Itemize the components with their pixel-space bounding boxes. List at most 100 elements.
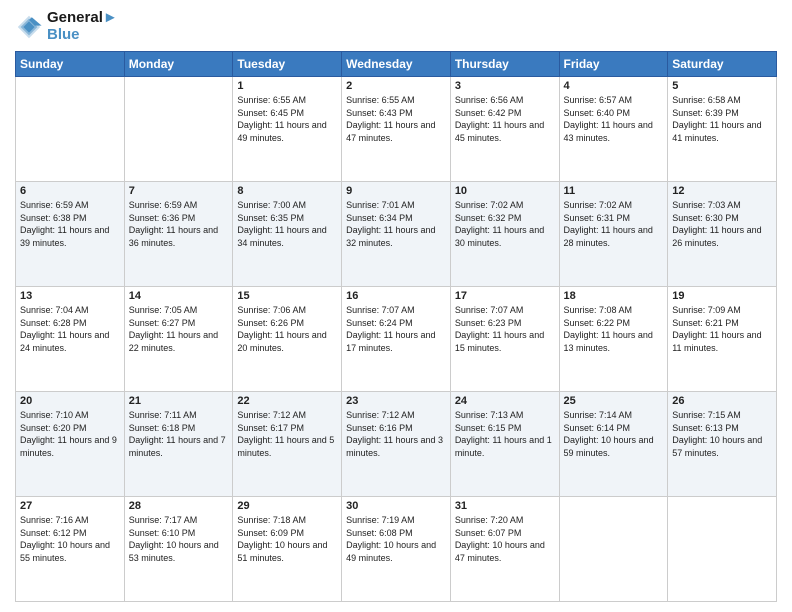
day-number: 1 <box>237 80 337 92</box>
day-number: 7 <box>129 185 229 197</box>
day-cell <box>668 497 777 602</box>
day-cell: 1 Sunrise: 6:55 AM Sunset: 6:45 PM Daylig… <box>233 77 342 182</box>
day-info: Sunrise: 6:56 AM Sunset: 6:42 PM Dayligh… <box>455 94 555 144</box>
weekday-header-sunday: Sunday <box>16 52 125 77</box>
day-number: 3 <box>455 80 555 92</box>
day-cell: 17 Sunrise: 7:07 AM Sunset: 6:23 PM Dayli… <box>450 287 559 392</box>
week-row-4: 20 Sunrise: 7:10 AM Sunset: 6:20 PM Dayli… <box>16 392 777 497</box>
day-info: Sunrise: 7:02 AM Sunset: 6:32 PM Dayligh… <box>455 199 555 249</box>
day-number: 11 <box>564 185 664 197</box>
logo: General► Blue <box>15 10 118 43</box>
day-number: 25 <box>564 395 664 407</box>
day-cell: 23 Sunrise: 7:12 AM Sunset: 6:16 PM Dayli… <box>342 392 451 497</box>
weekday-header-wednesday: Wednesday <box>342 52 451 77</box>
day-info: Sunrise: 6:55 AM Sunset: 6:43 PM Dayligh… <box>346 94 446 144</box>
day-number: 14 <box>129 290 229 302</box>
day-cell: 21 Sunrise: 7:11 AM Sunset: 6:18 PM Dayli… <box>124 392 233 497</box>
day-info: Sunrise: 6:57 AM Sunset: 6:40 PM Dayligh… <box>564 94 664 144</box>
week-row-1: 1 Sunrise: 6:55 AM Sunset: 6:45 PM Daylig… <box>16 77 777 182</box>
day-cell <box>16 77 125 182</box>
day-info: Sunrise: 7:14 AM Sunset: 6:14 PM Dayligh… <box>564 409 664 459</box>
week-row-2: 6Sunrise: 6:59 AM Sunset: 6:38 PM Daylig… <box>16 182 777 287</box>
day-cell: 19Sunrise: 7:09 AM Sunset: 6:21 PM Dayli… <box>668 287 777 392</box>
day-info: Sunrise: 7:07 AM Sunset: 6:23 PM Dayligh… <box>455 304 555 354</box>
weekday-header-monday: Monday <box>124 52 233 77</box>
day-info: Sunrise: 7:05 AM Sunset: 6:27 PM Dayligh… <box>129 304 229 354</box>
day-number: 2 <box>346 80 446 92</box>
logo-icon <box>15 13 43 41</box>
day-number: 26 <box>672 395 772 407</box>
weekday-header-row: SundayMondayTuesdayWednesdayThursdayFrid… <box>16 52 777 77</box>
day-cell: 27 Sunrise: 7:16 AM Sunset: 6:12 PM Dayli… <box>16 497 125 602</box>
week-row-3: 13Sunrise: 7:04 AM Sunset: 6:28 PM Dayli… <box>16 287 777 392</box>
day-info: Sunrise: 7:13 AM Sunset: 6:15 PM Dayligh… <box>455 409 555 459</box>
day-number: 15 <box>237 290 337 302</box>
day-cell: 18 Sunrise: 7:08 AM Sunset: 6:22 PM Dayli… <box>559 287 668 392</box>
logo-text: General► Blue <box>47 10 118 43</box>
day-cell: 13Sunrise: 7:04 AM Sunset: 6:28 PM Dayli… <box>16 287 125 392</box>
day-info: Sunrise: 7:11 AM Sunset: 6:18 PM Dayligh… <box>129 409 229 459</box>
calendar-table: SundayMondayTuesdayWednesdayThursdayFrid… <box>15 51 777 602</box>
day-info: Sunrise: 7:03 AM Sunset: 6:30 PM Dayligh… <box>672 199 772 249</box>
day-number: 4 <box>564 80 664 92</box>
day-cell: 4 Sunrise: 6:57 AM Sunset: 6:40 PM Daylig… <box>559 77 668 182</box>
day-info: Sunrise: 7:12 AM Sunset: 6:16 PM Dayligh… <box>346 409 446 459</box>
day-cell: 30Sunrise: 7:19 AM Sunset: 6:08 PM Dayli… <box>342 497 451 602</box>
day-cell: 11Sunrise: 7:02 AM Sunset: 6:31 PM Dayli… <box>559 182 668 287</box>
day-number: 16 <box>346 290 446 302</box>
day-info: Sunrise: 7:00 AM Sunset: 6:35 PM Dayligh… <box>237 199 337 249</box>
day-number: 5 <box>672 80 772 92</box>
day-info: Sunrise: 6:58 AM Sunset: 6:39 PM Dayligh… <box>672 94 772 144</box>
day-number: 30 <box>346 500 446 512</box>
day-cell: 28Sunrise: 7:17 AM Sunset: 6:10 PM Dayli… <box>124 497 233 602</box>
day-number: 27 <box>20 500 120 512</box>
day-cell: 25 Sunrise: 7:14 AM Sunset: 6:14 PM Dayli… <box>559 392 668 497</box>
day-cell: 2 Sunrise: 6:55 AM Sunset: 6:43 PM Daylig… <box>342 77 451 182</box>
day-cell: 12 Sunrise: 7:03 AM Sunset: 6:30 PM Dayli… <box>668 182 777 287</box>
day-info: Sunrise: 6:59 AM Sunset: 6:38 PM Dayligh… <box>20 199 120 249</box>
day-cell: 24Sunrise: 7:13 AM Sunset: 6:15 PM Dayli… <box>450 392 559 497</box>
day-info: Sunrise: 7:09 AM Sunset: 6:21 PM Dayligh… <box>672 304 772 354</box>
day-info: Sunrise: 7:12 AM Sunset: 6:17 PM Dayligh… <box>237 409 337 459</box>
page: General► Blue SundayMondayTuesdayWednesd… <box>0 0 792 612</box>
day-cell <box>559 497 668 602</box>
day-number: 8 <box>237 185 337 197</box>
day-number: 23 <box>346 395 446 407</box>
day-info: Sunrise: 7:08 AM Sunset: 6:22 PM Dayligh… <box>564 304 664 354</box>
day-number: 18 <box>564 290 664 302</box>
day-info: Sunrise: 7:17 AM Sunset: 6:10 PM Dayligh… <box>129 514 229 564</box>
day-number: 17 <box>455 290 555 302</box>
day-cell: 22Sunrise: 7:12 AM Sunset: 6:17 PM Dayli… <box>233 392 342 497</box>
day-cell: 16Sunrise: 7:07 AM Sunset: 6:24 PM Dayli… <box>342 287 451 392</box>
day-cell <box>124 77 233 182</box>
day-cell: 5 Sunrise: 6:58 AM Sunset: 6:39 PM Daylig… <box>668 77 777 182</box>
day-info: Sunrise: 6:55 AM Sunset: 6:45 PM Dayligh… <box>237 94 337 144</box>
weekday-header-saturday: Saturday <box>668 52 777 77</box>
day-cell: 15 Sunrise: 7:06 AM Sunset: 6:26 PM Dayli… <box>233 287 342 392</box>
weekday-header-tuesday: Tuesday <box>233 52 342 77</box>
day-info: Sunrise: 7:16 AM Sunset: 6:12 PM Dayligh… <box>20 514 120 564</box>
day-number: 29 <box>237 500 337 512</box>
day-info: Sunrise: 7:01 AM Sunset: 6:34 PM Dayligh… <box>346 199 446 249</box>
day-info: Sunrise: 7:10 AM Sunset: 6:20 PM Dayligh… <box>20 409 120 459</box>
day-cell: 29 Sunrise: 7:18 AM Sunset: 6:09 PM Dayli… <box>233 497 342 602</box>
day-number: 13 <box>20 290 120 302</box>
day-cell: 7Sunrise: 6:59 AM Sunset: 6:36 PM Daylig… <box>124 182 233 287</box>
day-cell: 10Sunrise: 7:02 AM Sunset: 6:32 PM Dayli… <box>450 182 559 287</box>
day-number: 20 <box>20 395 120 407</box>
day-info: Sunrise: 7:20 AM Sunset: 6:07 PM Dayligh… <box>455 514 555 564</box>
day-cell: 3 Sunrise: 6:56 AM Sunset: 6:42 PM Daylig… <box>450 77 559 182</box>
day-cell: 20 Sunrise: 7:10 AM Sunset: 6:20 PM Dayli… <box>16 392 125 497</box>
week-row-5: 27 Sunrise: 7:16 AM Sunset: 6:12 PM Dayli… <box>16 497 777 602</box>
header: General► Blue <box>15 10 777 43</box>
weekday-header-friday: Friday <box>559 52 668 77</box>
day-cell: 6Sunrise: 6:59 AM Sunset: 6:38 PM Daylig… <box>16 182 125 287</box>
day-cell: 8 Sunrise: 7:00 AM Sunset: 6:35 PM Daylig… <box>233 182 342 287</box>
day-info: Sunrise: 7:06 AM Sunset: 6:26 PM Dayligh… <box>237 304 337 354</box>
day-number: 21 <box>129 395 229 407</box>
day-number: 12 <box>672 185 772 197</box>
day-info: Sunrise: 7:18 AM Sunset: 6:09 PM Dayligh… <box>237 514 337 564</box>
day-number: 31 <box>455 500 555 512</box>
day-cell: 9Sunrise: 7:01 AM Sunset: 6:34 PM Daylig… <box>342 182 451 287</box>
day-cell: 26Sunrise: 7:15 AM Sunset: 6:13 PM Dayli… <box>668 392 777 497</box>
